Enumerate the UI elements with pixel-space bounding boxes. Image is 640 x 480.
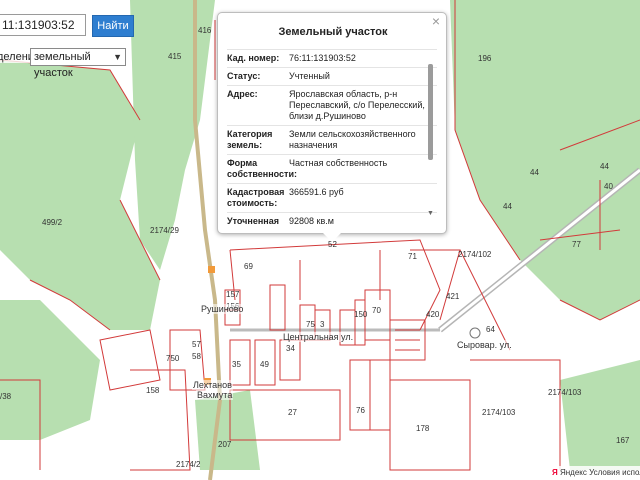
- plot-number: 64: [486, 325, 495, 334]
- popup-scrollbar[interactable]: ▼: [427, 62, 434, 218]
- plot-number: 44: [530, 168, 539, 177]
- plot-number: 415: [168, 52, 182, 61]
- plot-number: 420: [426, 310, 440, 319]
- plot-number: 34: [286, 344, 295, 353]
- plot-number: 421: [446, 292, 460, 301]
- detail-key: Статус:: [227, 71, 261, 81]
- plot-number: 499/2: [42, 218, 63, 227]
- detail-value: Ярославская область, р-н Переславский, с…: [289, 89, 425, 121]
- detail-row-cadastral-number: Кад. номер: 76:11:131903:52: [227, 50, 437, 68]
- plot-number: /38: [0, 392, 12, 401]
- detail-value: 366591.6 руб: [289, 187, 344, 197]
- plot-number: 77: [572, 240, 581, 249]
- chevron-down-icon: ▼: [113, 52, 122, 62]
- division-select[interactable]: земельный участок ▼: [30, 48, 126, 79]
- parcel-info-popup: × Земельный участок Кад. номер: 76:11:13…: [217, 12, 447, 234]
- plot-number: 35: [232, 360, 241, 369]
- plot-number: 27: [288, 408, 297, 417]
- detail-key: Кадастровая стоимость:: [227, 187, 285, 208]
- plot-number: 750: [166, 354, 180, 363]
- plot-number: 2174/2: [176, 460, 201, 469]
- plot-number: 150: [354, 310, 368, 319]
- popup-pointer: [323, 233, 341, 242]
- detail-key: Адрес:: [227, 89, 258, 99]
- popup-details: Кад. номер: 76:11:131903:52 Статус: Учте…: [227, 49, 437, 228]
- detail-row-cadastral-value: Кадастровая стоимость: 366591.6 руб: [227, 184, 437, 213]
- detail-value: 92808 кв.м: [289, 216, 334, 226]
- plot-number: 2174/103: [548, 388, 582, 397]
- plot-number: 207: [218, 440, 232, 449]
- plot-number: 75: [306, 320, 315, 329]
- detail-row-status: Статус: Учтенный: [227, 68, 437, 86]
- plot-number: 44: [503, 202, 512, 211]
- detail-row-ownership: Форма собственности: Частная собственнос…: [227, 155, 437, 184]
- detail-row-land-category: Категория земель: Земли сельскохозяйстве…: [227, 126, 437, 155]
- detail-row-area: Уточненная площадь: 92808 кв.м: [227, 213, 437, 228]
- plot-number: 71: [408, 252, 417, 261]
- plot-number: 3: [320, 320, 325, 329]
- plot-number: 167: [616, 436, 630, 445]
- forest-area: [195, 390, 260, 470]
- detail-row-address: Адрес: Ярославская область, р-н Переслав…: [227, 86, 437, 126]
- plot-number: 416: [198, 26, 212, 35]
- cadastral-search-input[interactable]: [0, 14, 86, 36]
- detail-key: Категория земель:: [227, 129, 273, 150]
- detail-key: Уточненная площадь:: [227, 216, 279, 228]
- plot-number: 69: [244, 262, 253, 271]
- plot-number: 178: [416, 424, 430, 433]
- detail-value: Учтенный: [289, 71, 330, 81]
- yandex-logo: Я: [552, 468, 558, 477]
- plot-number: 70: [372, 306, 381, 315]
- scroll-down-arrow-icon[interactable]: ▼: [427, 210, 434, 217]
- plot-number: 76: [356, 406, 365, 415]
- plot-number: 158: [146, 386, 160, 395]
- search-button[interactable]: Найти: [92, 15, 134, 37]
- plot-number: 157: [226, 290, 240, 299]
- plot-number: 2174/102: [458, 250, 492, 259]
- village-label: Рушиново: [200, 304, 245, 314]
- detail-value: 76:11:131903:52: [289, 53, 356, 63]
- attribution-text[interactable]: Яндекс Условия испол: [560, 468, 640, 477]
- street-label: Сыровар. ул.: [456, 340, 513, 350]
- place-label: Лехтанов: [192, 380, 233, 390]
- plot-number: 57: [192, 340, 201, 349]
- plot-number: 40: [604, 182, 613, 191]
- plot-number: 2174/103: [482, 408, 516, 417]
- detail-key: Форма собственности:: [227, 158, 297, 179]
- detail-key: Кад. номер:: [227, 53, 280, 63]
- plot-number: 58: [192, 352, 201, 361]
- plot-number: 2174/29: [150, 226, 179, 235]
- plot-number: 196: [478, 54, 492, 63]
- scrollbar-thumb[interactable]: [428, 64, 433, 160]
- street-label: Центральная ул.: [282, 332, 355, 342]
- place-label: Вахмута: [196, 390, 234, 400]
- popup-title: Земельный участок: [278, 26, 388, 38]
- map-attribution: Я Яндекс Условия испол: [548, 466, 640, 480]
- plot-number: 44: [600, 162, 609, 171]
- detail-value: Земли сельскохозяйственного назначения: [289, 129, 416, 150]
- detail-value: Частная собственность: [289, 158, 388, 168]
- plot-number: 49: [260, 360, 269, 369]
